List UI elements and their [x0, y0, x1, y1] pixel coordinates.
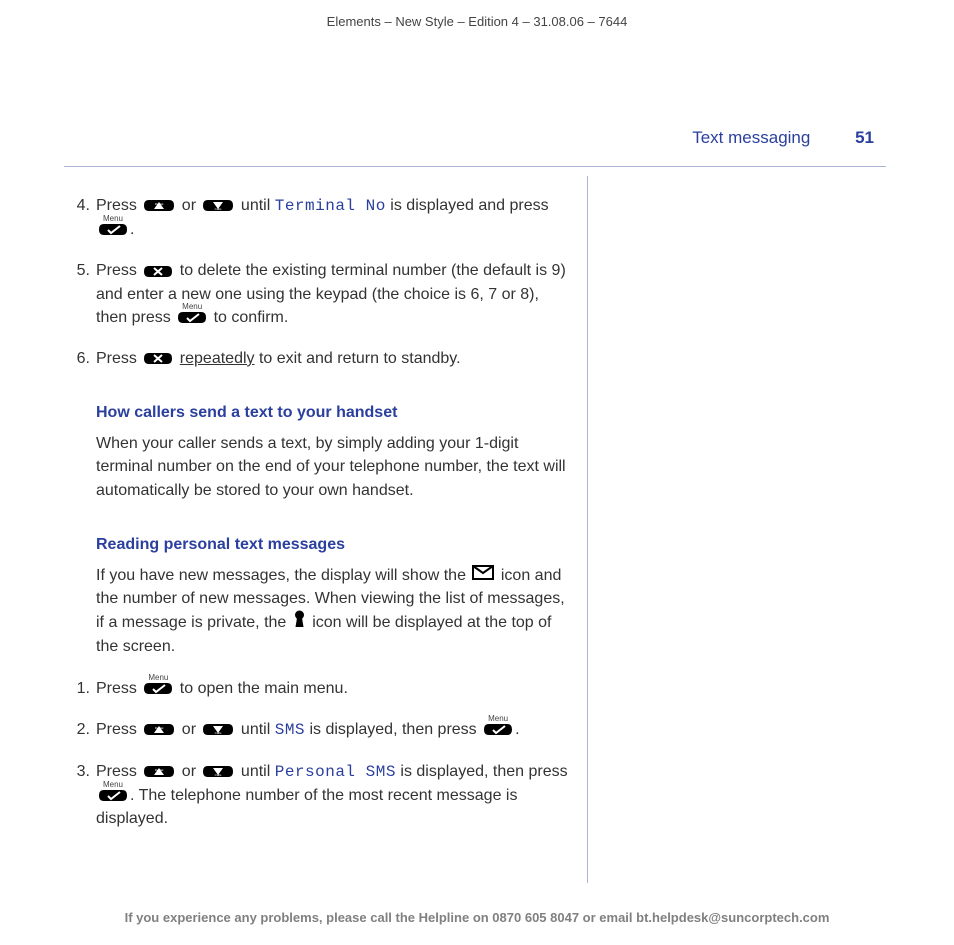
down-key-icon: Calls	[202, 199, 234, 212]
svg-text:Redial: Redial	[155, 202, 164, 206]
svg-text:Redial: Redial	[155, 726, 164, 730]
subheading-callers: How callers send a text to your handset	[96, 404, 573, 422]
left-column: 4.Press Redial or Calls until Terminal N…	[64, 176, 587, 883]
up-key-icon: Redial	[143, 765, 175, 778]
subheading-reading: Reading personal text messages	[96, 536, 573, 554]
display-text: Terminal No	[275, 197, 386, 215]
step-body: Press Redial or Calls until Terminal No …	[96, 194, 573, 241]
display-text: SMS	[275, 721, 305, 739]
menu-key-icon: Menu	[177, 311, 207, 324]
step-body: Press Redial or Calls until SMS is displ…	[96, 718, 573, 742]
step-body: Press Redial or Calls until Personal SMS…	[96, 760, 573, 831]
down-key-icon: Calls	[202, 765, 234, 778]
right-column	[588, 176, 886, 883]
step-number: 6.	[64, 347, 96, 370]
menu-key-icon: Menu	[483, 723, 513, 736]
steps-list-a: 4.Press Redial or Calls until Terminal N…	[64, 194, 573, 370]
step-number: 2.	[64, 718, 96, 742]
columns: 4.Press Redial or Calls until Terminal N…	[64, 176, 886, 883]
step-item: 3.Press Redial or Calls until Personal S…	[64, 760, 573, 831]
paragraph-callers: When your caller sends a text, by simply…	[96, 432, 573, 502]
menu-key-icon: Menu	[98, 789, 128, 802]
step-item: 2.Press Redial or Calls until SMS is dis…	[64, 718, 573, 742]
footer-helpline: If you experience any problems, please c…	[0, 910, 954, 925]
section-title-row: Text messaging 51	[692, 128, 874, 148]
steps-list-b: 1.Press Menu to open the main menu.2.Pre…	[64, 677, 573, 831]
menu-key-icon: Menu	[98, 223, 128, 236]
svg-text:Calls: Calls	[215, 207, 222, 211]
keyhole-icon	[293, 610, 306, 635]
up-key-icon: Redial	[143, 723, 175, 736]
step-body: Press Menu to open the main menu.	[96, 677, 573, 700]
page-number: 51	[855, 128, 874, 147]
up-key-icon: Redial	[143, 199, 175, 212]
horizontal-rule	[64, 166, 886, 167]
envelope-icon	[472, 564, 494, 587]
step-number: 1.	[64, 677, 96, 700]
down-key-icon: Calls	[202, 723, 234, 736]
step-number: 5.	[64, 259, 96, 329]
document-page: Elements – New Style – Edition 4 – 31.08…	[0, 0, 954, 945]
document-header: Elements – New Style – Edition 4 – 31.08…	[0, 0, 954, 29]
step-number: 3.	[64, 760, 96, 831]
step-body: Press to delete the existing terminal nu…	[96, 259, 573, 329]
step-number: 4.	[64, 194, 96, 241]
cancel-key-icon	[143, 352, 173, 365]
step-body: Press repeatedly to exit and return to s…	[96, 347, 573, 370]
step-item: 5.Press to delete the existing terminal …	[64, 259, 573, 329]
menu-key-icon: Menu	[143, 682, 173, 695]
paragraph-reading-intro: If you have new messages, the display wi…	[96, 564, 573, 659]
svg-text:Calls: Calls	[215, 773, 222, 777]
svg-text:Calls: Calls	[215, 731, 222, 735]
svg-text:Redial: Redial	[155, 768, 164, 772]
cancel-key-icon	[143, 265, 173, 278]
display-text: Personal SMS	[275, 763, 396, 781]
step-item: 6.Press repeatedly to exit and return to…	[64, 347, 573, 370]
step-item: 1.Press Menu to open the main menu.	[64, 677, 573, 700]
step-item: 4.Press Redial or Calls until Terminal N…	[64, 194, 573, 241]
section-title: Text messaging	[692, 128, 810, 147]
